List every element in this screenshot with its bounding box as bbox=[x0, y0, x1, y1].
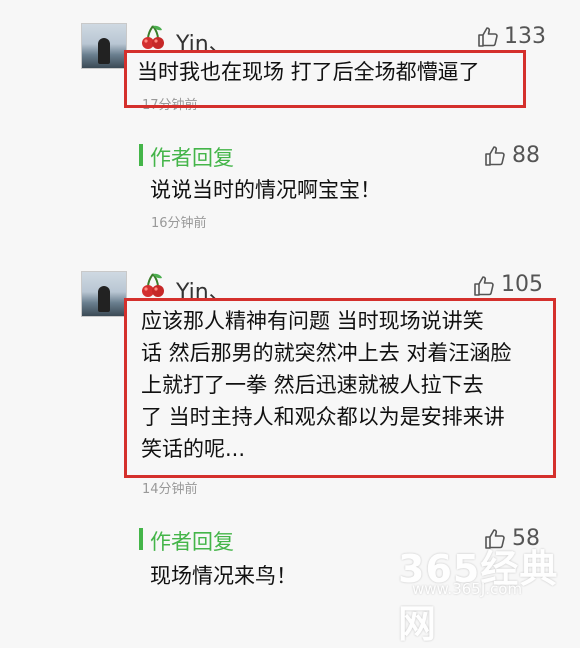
reply-text: 现场情况来鸟！ bbox=[150, 564, 297, 588]
author-reply-label: 作者回复 bbox=[150, 146, 234, 170]
cherry-icon bbox=[142, 25, 164, 49]
timestamp: 16分钟前 bbox=[151, 216, 207, 231]
thumbs-up-icon[interactable] bbox=[476, 25, 500, 49]
like-count: 88 bbox=[512, 143, 540, 168]
avatar[interactable] bbox=[81, 23, 127, 69]
comment-text-line: 了 当时主持人和观众都以为是安排来讲 bbox=[141, 405, 505, 429]
author-reply-label: 作者回复 bbox=[150, 530, 234, 554]
highlight-box bbox=[124, 50, 526, 108]
thumbs-up-icon[interactable] bbox=[472, 274, 496, 298]
timestamp: 14分钟前 bbox=[142, 482, 198, 497]
reply-text: 说说当时的情况啊宝宝！ bbox=[150, 178, 381, 202]
watermark: 365经典网 www.365J.com bbox=[398, 538, 580, 648]
comment-text-line: 应该那人精神有问题 当时现场说讲笑 bbox=[141, 309, 484, 333]
avatar[interactable] bbox=[81, 271, 127, 317]
author-reply-marker bbox=[139, 144, 143, 166]
comment-text-line: 笑话的呢... bbox=[141, 437, 246, 461]
comment-text-line: 话 然后那男的就突然冲上去 对着汪涵脸 bbox=[141, 341, 512, 365]
watermark-url: www.365J.com bbox=[412, 580, 523, 598]
comment-text-line: 上就打了一拳 然后迅速就被人拉下去 bbox=[141, 373, 484, 397]
like-count: 105 bbox=[501, 272, 543, 297]
like-count: 133 bbox=[504, 24, 546, 49]
author-reply-marker bbox=[139, 528, 143, 550]
cherry-icon bbox=[142, 273, 164, 297]
thumbs-up-icon[interactable] bbox=[483, 144, 507, 168]
